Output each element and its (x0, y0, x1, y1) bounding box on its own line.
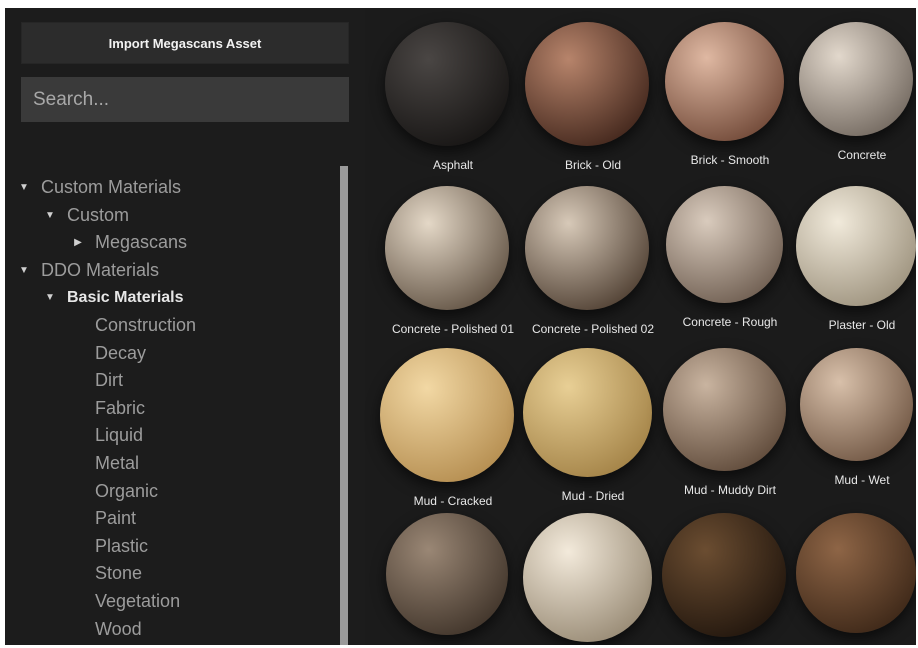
tree-item-label: Paint (95, 508, 137, 529)
material-preview-sphere (664, 22, 784, 141)
megascans-material-browser: Import Megascans Asset ▼ Custom Materials… (5, 8, 916, 645)
tree-item-organic[interactable]: Organic (95, 478, 158, 505)
material-preview-sphere (380, 348, 514, 482)
tree-item-paint[interactable]: Paint (95, 505, 136, 532)
material-tile-mud-dried[interactable]: Mud - Dried (522, 346, 661, 506)
material-label: Plaster - Old (828, 318, 896, 332)
material-preview-sphere (662, 513, 786, 637)
material-preview-sphere (385, 186, 509, 310)
tree-item-liquid[interactable]: Liquid (95, 422, 143, 449)
library-panel: Import Megascans Asset ▼ Custom Materials… (5, 8, 365, 645)
tree-item-label: Megascans (95, 232, 188, 253)
material-tile-material-15[interactable] (662, 511, 798, 645)
material-preview-sphere (386, 513, 508, 635)
material-preview-sphere (385, 22, 509, 146)
material-preview-sphere (525, 186, 649, 310)
material-tile-concrete-polished-02[interactable]: Concrete - Polished 02 (525, 184, 661, 344)
material-preview-sphere (796, 186, 916, 306)
material-tile-mud-wet[interactable]: Mud - Wet (794, 346, 916, 506)
tree-item-label: Custom Materials (41, 177, 182, 197)
tree-item-label: Custom (67, 204, 130, 225)
tree-item-label: Construction (95, 315, 197, 335)
tree-item-decay[interactable]: Decay (95, 340, 146, 367)
material-preview-sphere (799, 22, 913, 136)
material-tile-concrete-polished-01[interactable]: Concrete - Polished 01 (385, 184, 521, 344)
collapse-arrow-icon[interactable]: ▶ (71, 237, 85, 248)
material-tile-plaster-old[interactable]: Plaster - Old (794, 184, 916, 344)
material-label: Concrete - Polished 01 (391, 322, 515, 336)
tree-item-label: Plastic (95, 535, 149, 556)
tree-item-label: Decay (95, 342, 147, 363)
expand-arrow-icon[interactable]: ▼ (43, 292, 57, 303)
tree-item-label: Metal (95, 453, 140, 473)
tree-item-plastic[interactable]: Plastic (95, 533, 148, 560)
material-library-tree: ▼ Custom Materials ▼ Custom ▶ Megascans ▼ DDO M… (5, 166, 335, 645)
tree-item-label: Fabric (95, 397, 146, 418)
tree-scrollbar[interactable] (340, 166, 348, 645)
material-tile-material-16[interactable] (794, 511, 916, 645)
material-preview-sphere (665, 186, 783, 303)
material-tile-mud-muddy-dirt[interactable]: Mud - Muddy Dirt (662, 346, 798, 506)
tree-item-label: Wood (95, 618, 142, 639)
tree-item-ddo-materials[interactable]: ▼ DDO Materials (17, 257, 159, 284)
material-label: Mud - Dried (561, 489, 625, 503)
import-button-label: Import Megascans Asset (108, 35, 262, 51)
material-preview-sphere (796, 513, 916, 633)
expand-arrow-icon[interactable]: ▼ (17, 265, 31, 276)
tree-item-label: Vegetation (95, 591, 181, 611)
material-grid: Asphalt Brick - Old Brick - Smooth Concrete… (377, 8, 916, 645)
material-tile-brick-old[interactable]: Brick - Old (525, 20, 661, 180)
material-label: Brick - Old (564, 158, 621, 172)
tree-item-label: Dirt (95, 370, 123, 391)
material-tile-asphalt[interactable]: Asphalt (385, 20, 521, 180)
expand-arrow-icon[interactable]: ▼ (43, 210, 57, 221)
material-preview-sphere (799, 348, 913, 461)
tree-item-wood[interactable]: Wood (95, 616, 142, 643)
material-tile-material-14[interactable] (522, 511, 661, 645)
tree-item-megascans[interactable]: ▶ Megascans (71, 229, 187, 256)
search-input[interactable] (21, 77, 349, 122)
material-preview-sphere (522, 348, 652, 477)
material-label: Concrete (837, 148, 887, 162)
material-label: Mud - Wet (834, 473, 890, 487)
material-preview-sphere (525, 22, 649, 146)
material-label: Mud - Cracked (413, 494, 493, 508)
tree-item-label: Stone (95, 563, 143, 584)
tree-item-dirt[interactable]: Dirt (95, 367, 123, 394)
material-tile-material-13[interactable] (385, 511, 521, 645)
tree-item-label: Organic (95, 480, 159, 501)
material-preview-sphere (522, 513, 652, 642)
material-tile-brick-smooth[interactable]: Brick - Smooth (662, 20, 798, 180)
tree-item-label: Basic Materials (67, 288, 184, 306)
tree-item-construction[interactable]: Construction (95, 312, 196, 339)
material-label: Concrete - Polished 02 (531, 322, 655, 336)
material-tile-concrete[interactable]: Concrete (794, 20, 916, 180)
tree-item-vegetation[interactable]: Vegetation (95, 588, 180, 615)
tree-item-label: Liquid (95, 425, 144, 446)
tree-item-custom-materials[interactable]: ▼ Custom Materials (17, 174, 181, 201)
tree-item-label: DDO Materials (41, 259, 160, 280)
expand-arrow-icon[interactable]: ▼ (17, 182, 31, 193)
material-tile-mud-cracked[interactable]: Mud - Cracked (380, 346, 521, 508)
material-tile-concrete-rough[interactable]: Concrete - Rough (662, 184, 798, 344)
tree-item-fabric[interactable]: Fabric (95, 395, 145, 422)
tree-item-basic-materials[interactable]: ▼ Basic Materials (43, 284, 184, 311)
material-label: Asphalt (432, 158, 474, 172)
import-megascans-asset-button[interactable]: Import Megascans Asset (21, 22, 349, 64)
material-preview-sphere (662, 348, 786, 471)
tree-item-stone[interactable]: Stone (95, 560, 142, 587)
tree-item-custom[interactable]: ▼ Custom (43, 202, 129, 229)
tree-item-metal[interactable]: Metal (95, 450, 139, 477)
